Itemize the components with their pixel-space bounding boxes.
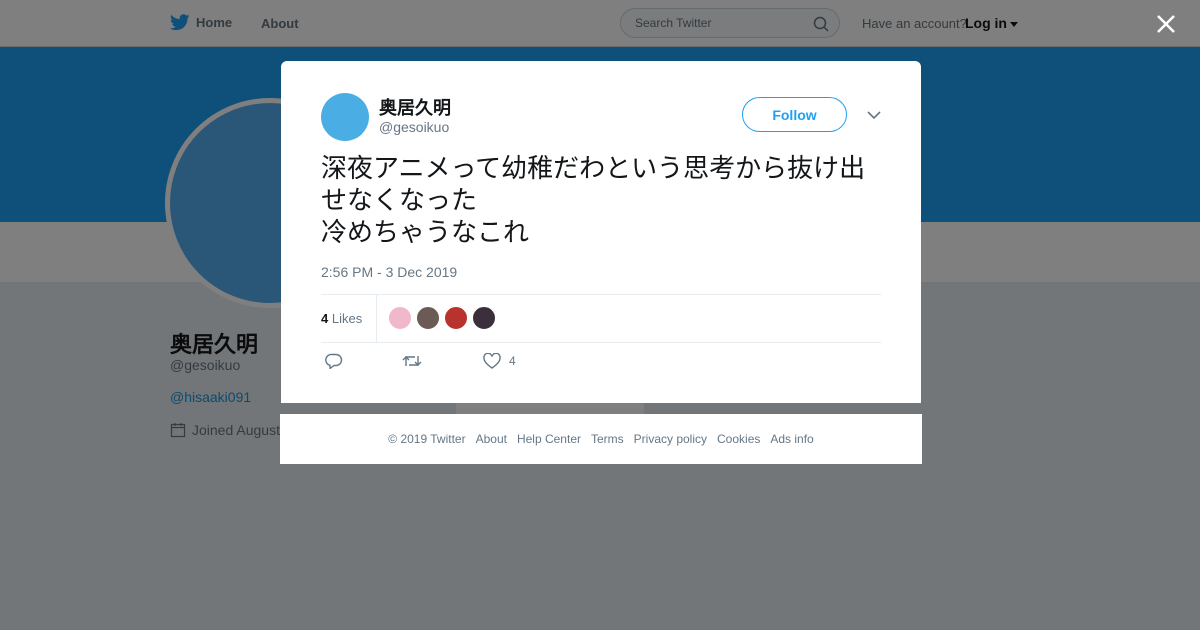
follow-button[interactable]: Follow xyxy=(742,97,847,132)
tweet-text: 深夜アニメって幼稚だわという思考から抜け出せなくなった 冷めちゃうなこれ xyxy=(321,154,866,248)
tweet-timestamp[interactable]: 2:56 PM - 3 Dec 2019 xyxy=(321,264,457,280)
retweet-icon xyxy=(402,356,422,366)
likes-count: 4 xyxy=(321,311,329,326)
stats-divider xyxy=(376,295,377,342)
author-name[interactable]: 奥居久明 xyxy=(379,94,451,120)
footer-links: © 2019 Twitter About Help Center Terms Priva… xyxy=(280,432,922,446)
footer-link[interactable]: Help Center xyxy=(517,432,581,446)
likes-stat[interactable]: 4 Likes xyxy=(321,311,362,326)
footer-link[interactable]: About xyxy=(476,432,507,446)
tweet-stats: 4 Likes xyxy=(321,294,881,343)
copyright-text: © 2019 Twitter xyxy=(388,432,466,446)
reply-button[interactable] xyxy=(325,353,343,369)
footer-link[interactable]: Ads info xyxy=(770,432,813,446)
retweet-button[interactable] xyxy=(402,353,422,369)
liker-avatars xyxy=(388,306,496,330)
liker-avatar[interactable] xyxy=(388,306,412,330)
chevron-down-icon[interactable] xyxy=(867,110,881,120)
footer: © 2019 Twitter About Help Center Terms Priva… xyxy=(280,414,922,464)
liker-avatar[interactable] xyxy=(444,306,468,330)
tweet-actions: 4 xyxy=(321,353,881,373)
footer-link[interactable]: Privacy policy xyxy=(634,432,707,446)
tweet-modal: 奥居久明 @gesoikuo Follow 深夜アニメって幼稚だわという思考から… xyxy=(281,61,921,403)
like-count: 4 xyxy=(509,354,516,368)
close-icon[interactable] xyxy=(1155,13,1177,35)
footer-link[interactable]: Terms xyxy=(591,432,624,446)
reply-icon xyxy=(325,353,343,369)
author-handle[interactable]: @gesoikuo xyxy=(379,119,449,135)
likes-label: Likes xyxy=(331,311,363,326)
liker-avatar[interactable] xyxy=(416,306,440,330)
author-avatar[interactable] xyxy=(321,93,369,141)
footer-link[interactable]: Cookies xyxy=(717,432,760,446)
like-button[interactable]: 4 xyxy=(483,353,516,369)
liker-avatar[interactable] xyxy=(472,306,496,330)
heart-icon xyxy=(483,353,501,369)
